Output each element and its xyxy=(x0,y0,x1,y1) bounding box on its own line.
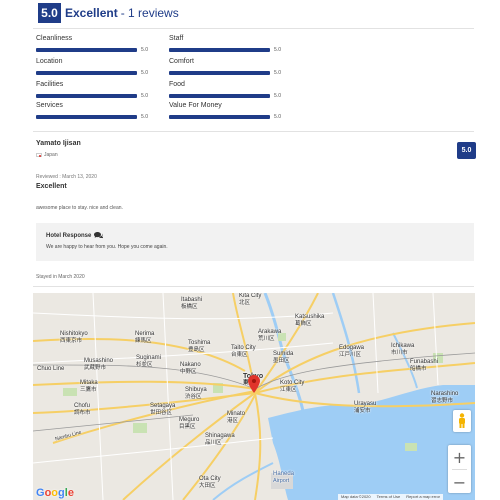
reviewer-country: Japan xyxy=(36,152,476,158)
map-label-haneda: Haneda Airport xyxy=(273,471,295,484)
hotel-response-heading: Hotel Response xyxy=(46,232,92,239)
map-label-meguro: Meguro 目黒区 xyxy=(179,417,200,430)
review-count: - 1 reviews xyxy=(120,6,179,20)
map-label-itabashi: Itabashi 板橋区 xyxy=(181,297,203,310)
rating-facilities: Facilities 5.0 xyxy=(36,80,148,99)
rating-bar xyxy=(36,115,138,119)
rating-location: Location 5.0 xyxy=(36,57,148,76)
map-label-katsushika: Katsushika 葛飾区 xyxy=(295,314,325,327)
review-card: Yamato Ijisan Japan 5.0 Reviewed : March… xyxy=(36,140,476,211)
rating-label: Location xyxy=(36,58,63,65)
report-map-error-link[interactable]: Report a map error xyxy=(406,494,440,500)
divider xyxy=(33,286,474,287)
rating-value: 5.0 xyxy=(274,93,281,99)
stay-date: Stayed in March 2020 xyxy=(36,274,85,280)
map-label-minato: Minato 港区 xyxy=(227,411,246,424)
rating-bar xyxy=(169,115,271,119)
rating-food: Food 5.0 xyxy=(169,80,281,99)
map-label-setagaya: Setagaya 世田谷区 xyxy=(150,403,176,416)
country-name: Japan xyxy=(44,152,58,158)
terms-of-use-link[interactable]: Terms of Use xyxy=(377,494,401,500)
map-label-sumida: Sumida 墨田区 xyxy=(273,351,294,364)
map-base xyxy=(33,293,475,500)
google-logo: Google xyxy=(36,487,74,499)
map-label-shinagawa: Shinagawa 品川区 xyxy=(205,433,235,446)
location-pin-icon[interactable] xyxy=(248,375,260,393)
map-label-funabashi: Funabashi 船橋市 xyxy=(410,359,439,372)
rating-value: 5.0 xyxy=(141,70,148,76)
rating-bar xyxy=(169,71,271,75)
street-view-pegman-icon[interactable] xyxy=(453,410,471,432)
rating-cleanliness: Cleanliness 5.0 xyxy=(36,34,148,53)
map-data-text: Map data ©2020 xyxy=(341,494,371,499)
map-label-chofu: Chofu 調布市 xyxy=(74,403,91,416)
zoom-in-button[interactable]: + xyxy=(448,445,471,469)
divider xyxy=(33,28,474,29)
hotel-response-text: We are happy to hear from you. Hope you … xyxy=(46,244,168,250)
rating-bar xyxy=(36,48,138,52)
rating-services: Services 5.0 xyxy=(36,101,148,120)
rating-label: Value For Money xyxy=(169,102,222,109)
rating-comfort: Comfort 5.0 xyxy=(169,57,281,76)
map-label-musashino: Musashino 武蔵野市 xyxy=(84,358,114,371)
rating-value: 5.0 xyxy=(274,47,281,53)
rating-value-for-money: Value For Money 5.0 xyxy=(169,101,281,120)
map-label-suginami: Suginami 杉並区 xyxy=(136,355,162,368)
rating-label: Services xyxy=(36,102,63,109)
rating-value: 5.0 xyxy=(141,93,148,99)
zoom-out-button[interactable]: − xyxy=(448,470,471,494)
reviewed-date: Reviewed : March 13, 2020 xyxy=(36,174,97,180)
hotel-response: Hotel Response We are happy to hear from… xyxy=(36,223,474,261)
map-label-toshima: Toshima 豊島区 xyxy=(188,340,211,353)
map-label-narashino: Narashino 習志野市 xyxy=(431,391,459,404)
rating-staff: Staff 5.0 xyxy=(169,34,281,53)
map-label-chuo-line: Chuo Line xyxy=(37,366,65,372)
review-title: Excellent xyxy=(36,183,67,190)
overall-score-label: Excellent xyxy=(65,6,118,20)
rating-value: 5.0 xyxy=(141,114,148,120)
map-label-ota: Ota City 大田区 xyxy=(199,476,221,489)
rating-summary: 5.0 Excellent - 1 reviews xyxy=(38,2,179,24)
japan-flag-icon xyxy=(36,153,42,157)
map-label-nerima: Nerima 練馬区 xyxy=(135,331,155,344)
rating-value: 5.0 xyxy=(141,47,148,53)
rating-bar xyxy=(36,71,138,75)
rating-bar xyxy=(36,94,138,98)
rating-bar xyxy=(169,94,271,98)
rating-label: Staff xyxy=(169,35,184,42)
map-label-kita: Kita City 北区 xyxy=(239,293,262,306)
rating-label: Comfort xyxy=(169,58,194,65)
review-score-badge: 5.0 xyxy=(457,142,476,159)
map-label-urayasu: Urayasu 浦安市 xyxy=(354,401,377,414)
map-label-nakano: Nakano 中野区 xyxy=(180,362,201,375)
map-label-nishitokyo: Nishitokyo 西東京市 xyxy=(60,331,88,344)
map-label-arakawa: Arakawa 荒川区 xyxy=(258,329,282,342)
divider xyxy=(33,131,474,132)
zoom-control: + − xyxy=(448,445,471,493)
map-attribution: Map data ©2020 Terms of Use Report a map… xyxy=(338,494,443,500)
rating-bar xyxy=(169,48,271,52)
map-label-ichikawa: Ichikawa 市川市 xyxy=(391,343,415,356)
map-label-taito: Taito City 台東区 xyxy=(231,345,256,358)
comments-icon xyxy=(94,232,104,239)
review-body: awesome place to stay. nice and clean. xyxy=(36,205,123,211)
map-label-shibuya: Shibuya 渋谷区 xyxy=(185,387,207,400)
hotel-response-title: Hotel Response xyxy=(46,232,464,239)
rating-label: Food xyxy=(169,81,185,88)
overall-score-badge: 5.0 xyxy=(38,3,61,23)
reviewer-name: Yamato Ijisan xyxy=(36,140,81,147)
map-label-edogawa: Edogawa 江戸川区 xyxy=(339,345,365,358)
rating-label: Facilities xyxy=(36,81,64,88)
map-label-koto: Koto City 江東区 xyxy=(280,380,305,393)
rating-value: 5.0 xyxy=(274,114,281,120)
rating-label: Cleanliness xyxy=(36,35,73,42)
map-label-mitaka: Mitaka 三鷹市 xyxy=(80,380,98,393)
map[interactable]: Itabashi 板橋区 Kita City 北区 Katsushika 葛飾区 Ni… xyxy=(33,293,475,500)
rating-value: 5.0 xyxy=(274,70,281,76)
